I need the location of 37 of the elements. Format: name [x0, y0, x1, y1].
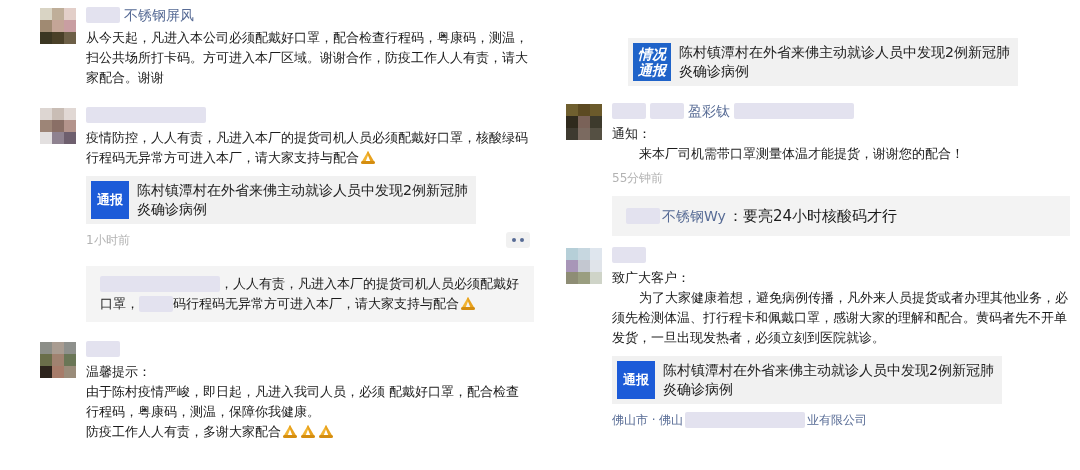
post-text: 从今天起，凡进入本公司必须配戴好口罩，配合检查行程码，粤康码，测温，扫公共场所打卡码。方可进入本厂区域。谢谢合作，防疫工作人人有责，请大家配合。谢谢 — [86, 29, 529, 87]
post-text: 防疫工作人人有责，多谢大家配合 — [86, 422, 530, 442]
link-card[interactable]: 情况 通报 陈村镇潭村在外省来佛主动就诊人员中发现2例新冠肺炎确诊病例 — [628, 38, 1018, 86]
quoted-message: ，人人有责，凡进入本厂的提货司机人员必须配戴好口罩， 码行程码无异常方可进入本厂，请大家支持与配合 — [86, 266, 534, 322]
location-text: 佛山市 · 佛山 — [612, 412, 684, 429]
comment: 不锈钢Wy：要亮24小时核酸码才行 — [612, 196, 1070, 236]
blurred-name — [612, 247, 646, 263]
user-name: 不锈钢屏风 — [124, 6, 194, 25]
news-logo: 通报 — [617, 361, 655, 399]
post-text: 致广大客户： — [612, 269, 691, 287]
post-text: 通知： — [612, 125, 652, 143]
more-button[interactable] — [506, 232, 530, 248]
post-text: 疫情防控，人人有责，凡进入本厂的提货司机人员必须配戴好口罩，核酸绿码行程码无异常方可进入本厂，请大家支持与配合 — [86, 129, 529, 167]
avatar — [566, 104, 602, 140]
link-title: 陈村镇潭村在外省来佛主动就诊人员中发现2例新冠肺炎确诊病例 — [663, 361, 995, 399]
post-text: 为了大家健康着想，避免病例传播，凡外来人员提货或者办理其他业务，必须先检测体温、打行程卡和佩戴口罩，感谢大家的理解和配合。黄码者先不开单发货，一旦出现发热者，必须立刻到医院就诊。 — [612, 289, 1069, 347]
post-time: 1小时前 — [86, 232, 130, 249]
post-text: 来本厂司机需带口罩测量体温才能提货，谢谢您的配合！ — [637, 145, 965, 163]
blurred-name — [86, 341, 120, 357]
news-logo: 通报 — [91, 181, 129, 219]
post-text: 温馨提示： — [86, 363, 152, 381]
link-title: 陈村镇潭村在外省来佛主动就诊人员中发现2例新冠肺炎确诊病例 — [137, 181, 469, 219]
commenter-name: 不锈钢Wy — [662, 207, 726, 226]
location-text: 业有限公司 — [807, 412, 868, 429]
post-text: 由于陈村疫情严峻，即日起，凡进入我司人员，必须 配戴好口罩，配合检查行程码，粤康码，测温，保障你我健康。 — [86, 383, 521, 421]
news-logo: 情况 通报 — [633, 43, 671, 81]
blurred-name — [86, 7, 120, 23]
blurred-name — [612, 103, 646, 119]
blurred-name — [650, 103, 684, 119]
user-name: 盈彩钛 — [688, 102, 730, 121]
avatar — [40, 108, 76, 144]
more-icon — [512, 238, 524, 242]
post-time: 55分钟前 — [612, 170, 664, 187]
avatar — [40, 8, 76, 44]
avatar — [566, 248, 602, 284]
link-title: 陈村镇潭村在外省来佛主动就诊人员中发现2例新冠肺炎确诊病例 — [679, 43, 1011, 81]
avatar — [40, 342, 76, 378]
